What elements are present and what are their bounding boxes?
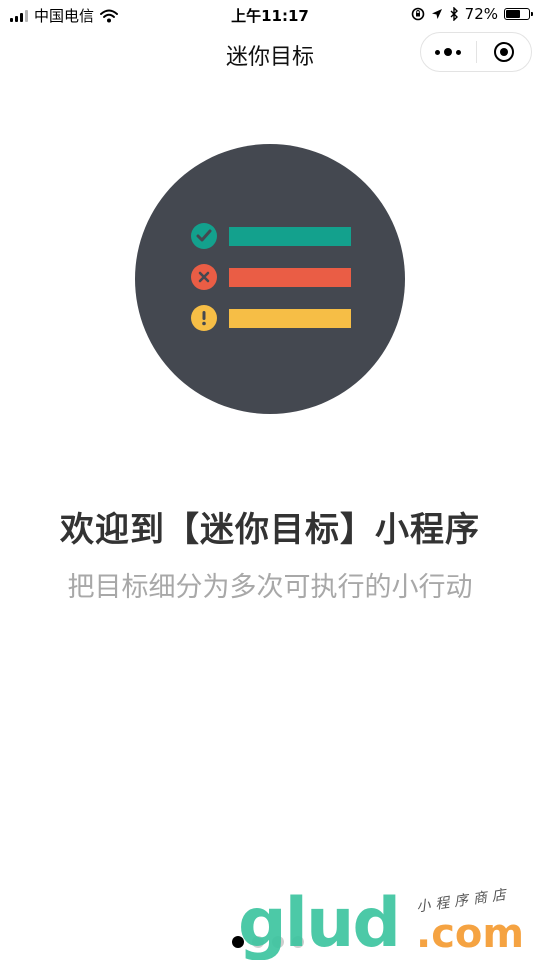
watermark-logo: glud 小程序商店 .com — [238, 884, 538, 960]
list-bar-complete — [229, 227, 351, 246]
nav-bar: 迷你目标 — [0, 30, 540, 76]
orientation-lock-icon — [411, 7, 424, 21]
screen: 中国电信 上午11:17 72% 迷你目标 欢迎到【迷你目标】小程序 把目标细分… — [0, 0, 540, 960]
menu-capsule — [420, 32, 532, 72]
bluetooth-icon — [450, 7, 458, 21]
watermark-brand: glud — [238, 884, 401, 960]
welcome-headline: 欢迎到【迷你目标】小程序 — [60, 510, 480, 550]
more-icon — [435, 49, 441, 55]
location-icon — [431, 9, 442, 19]
welcome-subline: 把目标细分为多次可执行的小行动 — [67, 572, 473, 603]
close-miniprogram-button[interactable] — [477, 33, 532, 71]
home-target-icon — [493, 42, 514, 62]
more-icon-dot — [444, 48, 453, 56]
more-icon-dot — [456, 49, 462, 55]
status-bar: 中国电信 上午11:17 72% — [0, 0, 540, 30]
watermark-suffix: .com — [416, 911, 525, 957]
battery-icon — [504, 8, 533, 20]
status-right: 72% — [411, 5, 533, 23]
hero-illustration — [135, 144, 405, 414]
battery-fill — [506, 10, 520, 18]
more-button[interactable] — [421, 33, 476, 71]
exclamation-icon — [191, 305, 217, 331]
list-bar-warning — [229, 309, 351, 328]
list-bar-failed — [229, 268, 351, 287]
close-icon — [191, 264, 217, 290]
check-icon — [191, 223, 217, 249]
battery-percent: 72% — [464, 5, 498, 23]
